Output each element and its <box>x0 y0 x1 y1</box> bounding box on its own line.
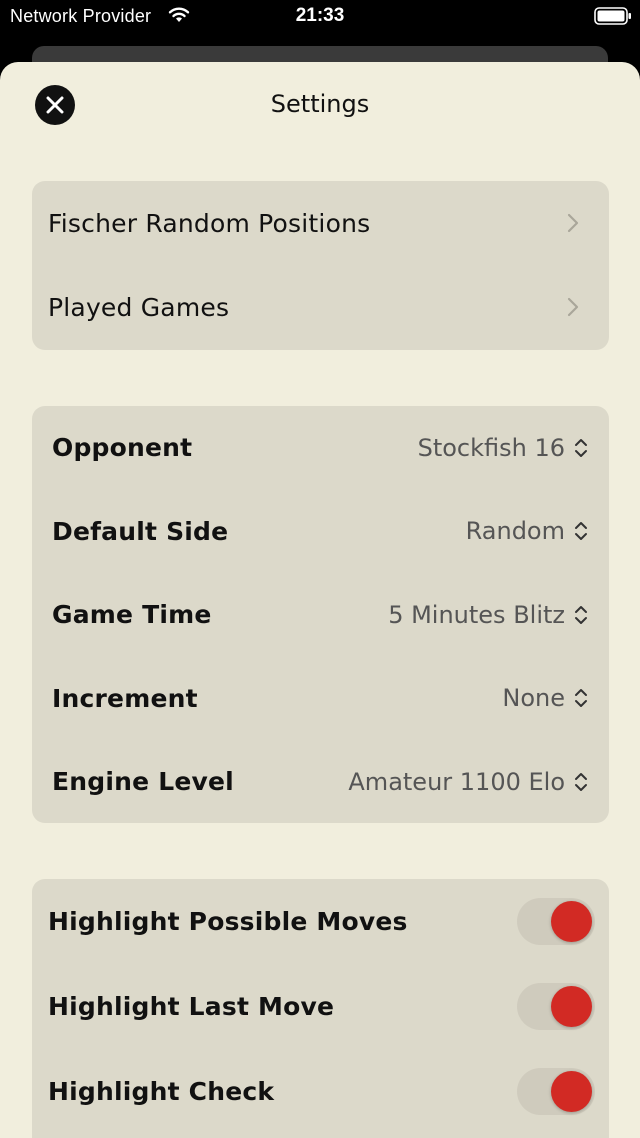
picker-value-text: Amateur 1100 Elo <box>348 767 565 796</box>
nav-item-label: Fischer Random Positions <box>48 208 371 238</box>
toggle-knob <box>551 1071 592 1112</box>
highlight-check-toggle[interactable] <box>517 1068 595 1115</box>
picker-value: Amateur 1100 Elo <box>348 768 589 796</box>
highlight-check-row: Highlight Check <box>32 1049 609 1134</box>
toggle-label: Highlight Check <box>48 1077 275 1106</box>
picker-value: Stockfish 16 <box>418 434 589 462</box>
toggle-label: Highlight Last Move <box>48 992 335 1021</box>
opponent-picker[interactable]: Opponent Stockfish 16 <box>32 406 609 490</box>
battery-icon <box>594 7 631 25</box>
picker-value-text: 5 Minutes Blitz <box>388 600 565 629</box>
chevron-up-down-icon <box>575 689 587 708</box>
picker-value: Random <box>466 517 589 545</box>
chevron-right-icon <box>567 297 579 317</box>
game-time-picker[interactable]: Game Time 5 Minutes Blitz <box>32 573 609 657</box>
toggle-knob <box>551 986 592 1027</box>
highlight-last-move-row: Highlight Last Move <box>32 964 609 1049</box>
nav-item-fischer-random-positions[interactable]: Fischer Random Positions <box>32 181 609 265</box>
status-time: 21:33 <box>295 5 345 26</box>
settings-sheet: Settings Fischer Random Positions Played… <box>0 62 640 1138</box>
nav-item-label: Played Games <box>48 292 230 322</box>
chevron-up-down-icon <box>575 522 587 541</box>
picker-label: Game Time <box>52 600 212 630</box>
chevron-up-down-icon <box>575 438 587 457</box>
game-settings-group: Opponent Stockfish 16 Default Side Rando… <box>32 406 609 823</box>
chevron-up-down-icon <box>575 605 587 624</box>
chevron-up-down-icon <box>575 772 587 791</box>
picker-value-text: None <box>502 684 565 713</box>
highlight-possible-moves-toggle[interactable] <box>517 898 595 945</box>
picker-value: None <box>502 684 589 712</box>
engine-level-picker[interactable]: Engine Level Amateur 1100 Elo <box>32 740 609 824</box>
page-title: Settings <box>270 90 370 118</box>
picker-label: Increment <box>52 683 198 713</box>
picker-label: Engine Level <box>52 767 234 797</box>
highlight-last-move-toggle[interactable] <box>517 983 595 1030</box>
highlight-settings-group: Highlight Possible Moves Highlight Last … <box>32 879 609 1138</box>
picker-label: Default Side <box>52 516 229 546</box>
picker-value-text: Random <box>465 517 565 546</box>
nav-item-played-games[interactable]: Played Games <box>32 265 609 349</box>
picker-value: 5 Minutes Blitz <box>388 601 589 629</box>
picker-label: Opponent <box>52 433 193 463</box>
increment-picker[interactable]: Increment None <box>32 657 609 741</box>
toggle-label: Highlight Possible Moves <box>48 907 408 936</box>
highlight-possible-moves-row: Highlight Possible Moves <box>32 879 609 964</box>
status-bar: Network Provider 21:33 <box>0 0 640 34</box>
toggle-knob <box>551 901 592 942</box>
picker-value-text: Stockfish 16 <box>417 433 565 462</box>
navigation-group: Fischer Random Positions Played Games <box>32 181 609 350</box>
default-side-picker[interactable]: Default Side Random <box>32 490 609 574</box>
chevron-right-icon <box>567 213 579 233</box>
